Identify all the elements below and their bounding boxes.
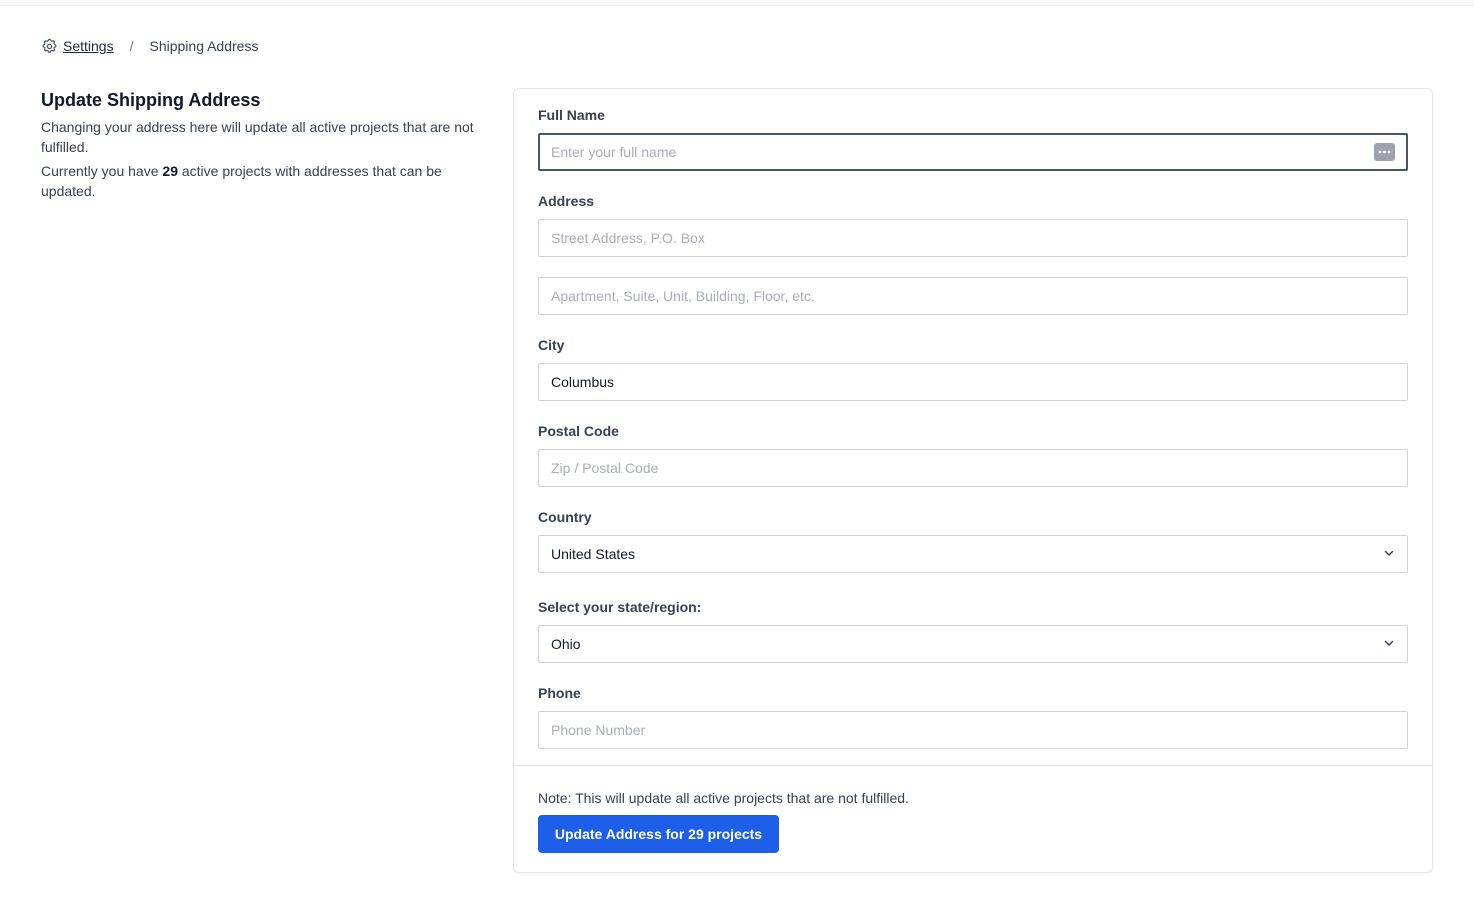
- breadcrumb-current: Shipping Address: [149, 38, 259, 54]
- postal-code-label: Postal Code: [538, 423, 619, 439]
- phone-field: [538, 711, 1408, 749]
- breadcrumb-separator: /: [129, 38, 134, 54]
- breadcrumb: Settings / Shipping Address: [41, 37, 258, 55]
- address-line1-input[interactable]: [551, 220, 1395, 256]
- full-name-input[interactable]: [551, 135, 1374, 169]
- state-select[interactable]: Ohio: [538, 625, 1408, 663]
- city-label: City: [538, 337, 565, 353]
- shipping-address-form: Full Name Address City Postal Code Count…: [513, 88, 1433, 873]
- active-project-count: 29: [162, 163, 178, 179]
- address-line2-field: [538, 277, 1408, 315]
- address-line1-field: [538, 219, 1408, 257]
- phone-label: Phone: [538, 685, 581, 701]
- intro-description: Changing your address here will update a…: [41, 119, 474, 155]
- phone-input[interactable]: [551, 712, 1395, 748]
- address-line2-input[interactable]: [551, 278, 1395, 314]
- city-field: [538, 363, 1408, 401]
- breadcrumb-settings-link[interactable]: Settings: [63, 38, 114, 54]
- intro-count-prefix: Currently you have: [41, 163, 163, 179]
- top-bar: [0, 0, 1474, 6]
- country-select[interactable]: United States: [538, 535, 1408, 573]
- page-title: Update Shipping Address: [41, 90, 261, 110]
- postal-code-field: [538, 449, 1408, 487]
- state-label: Select your state/region:: [538, 599, 702, 615]
- intro-project-count: Currently you have 29 active projects wi…: [41, 161, 481, 201]
- form-divider: [514, 765, 1432, 766]
- gear-icon: [41, 38, 58, 55]
- full-name-field: [538, 133, 1408, 171]
- postal-code-input[interactable]: [551, 450, 1395, 486]
- address-label: Address: [538, 193, 595, 209]
- chevron-down-icon: [1383, 546, 1395, 562]
- update-note: Note: This will update all active projec…: [538, 790, 909, 806]
- autofill-icon[interactable]: [1374, 143, 1395, 161]
- country-selected-value: United States: [551, 546, 636, 562]
- city-input[interactable]: [551, 364, 1395, 400]
- update-address-button[interactable]: Update Address for 29 projects: [538, 815, 779, 853]
- country-label: Country: [538, 509, 592, 525]
- full-name-label: Full Name: [538, 107, 605, 123]
- intro-section: Update Shipping Address Changing your ad…: [41, 89, 481, 205]
- chevron-down-icon: [1383, 636, 1395, 652]
- state-selected-value: Ohio: [551, 636, 581, 652]
